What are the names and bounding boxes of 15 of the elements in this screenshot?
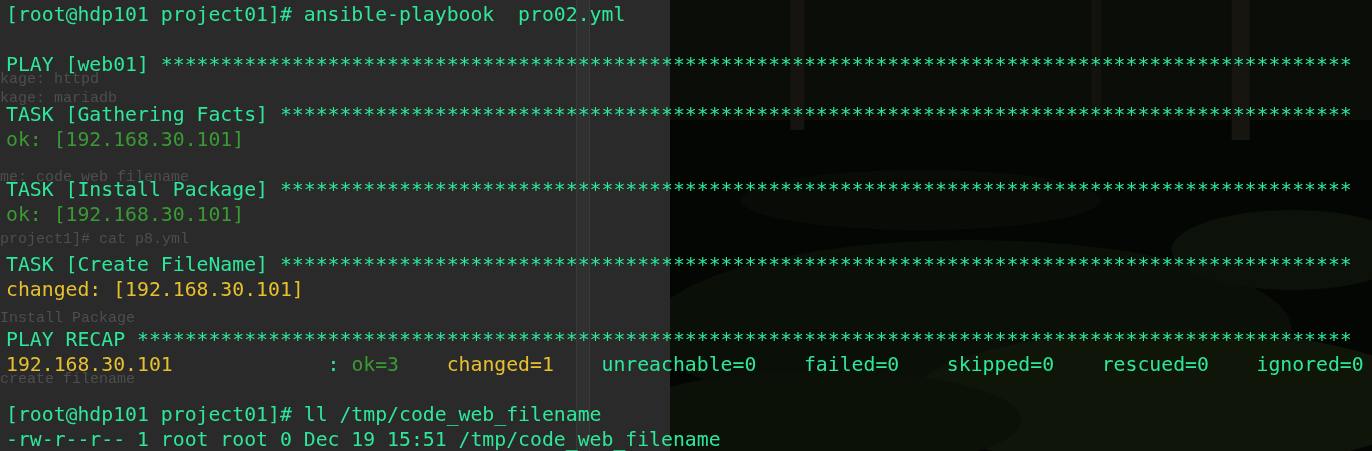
terminal-text: [root@hdp101 project01]# ansible-playbook pro02.yml bbox=[6, 2, 626, 27]
terminal-text: TASK [Gathering Facts] ****************************************************************************************** bbox=[6, 103, 1352, 127]
terminal-text: ok: [192.168.30.101] bbox=[6, 202, 245, 227]
terminal-text: TASK [Create FileName] ****************************************************************************************** bbox=[6, 252, 1352, 277]
terminal-text: 192.168.30.101 bbox=[6, 352, 173, 376]
terminal-text: [root@hdp101 project01]# ll /tmp/code_web_filename bbox=[6, 402, 602, 427]
terminal-text: ok: [192.168.30.101] bbox=[6, 127, 245, 152]
terminal-text: : bbox=[326, 352, 341, 377]
terminal-text: PLAY [web01] **************************************************************************************************** bbox=[6, 52, 1352, 76]
terminal-text: changed: [192.168.30.101] bbox=[6, 277, 304, 302]
terminal-text: unreachable=0 failed=0 skipped=0 rescued=0 ignored=0 bbox=[600, 352, 1364, 377]
terminal-text: PLAY RECAP ****************************************************************************************************** bbox=[6, 327, 1352, 352]
terminal-text: -rw-r--r-- 1 root root 0 Dec 19 15:51 /tmp/code_web_filename bbox=[6, 427, 721, 451]
terminal-text: changed=1 bbox=[446, 352, 554, 377]
terminal-text: ok=3 bbox=[351, 352, 400, 377]
